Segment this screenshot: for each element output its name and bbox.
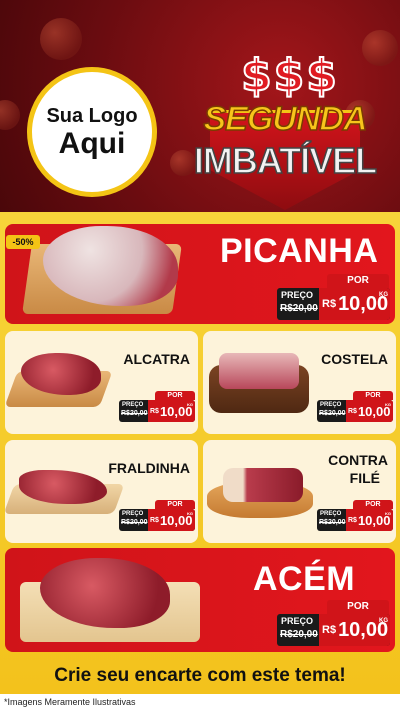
old-price: R$20,00 — [319, 519, 346, 526]
badge-title-line2: IMBATÍVEL — [193, 139, 378, 182]
unit-label: KG — [379, 292, 388, 298]
product-name-line2: FILÉ — [349, 470, 380, 486]
discount-badge: -50% — [6, 235, 40, 249]
currency: R$ — [322, 298, 337, 310]
unit-label: KG — [379, 618, 388, 624]
currency: R$ — [150, 407, 159, 415]
dollar-signs: $$$ — [240, 49, 339, 102]
product-name: FRALDINHA — [108, 460, 190, 476]
cta-banner[interactable]: Crie seu encarte com este tema! — [0, 658, 400, 694]
product-name: ALCATRA — [123, 351, 190, 367]
por-label: POR — [353, 500, 393, 509]
logo-line2: Aqui — [58, 126, 126, 160]
product-card-picanha[interactable]: PICANHA POR PREÇO R$20,00 R$ 10,00 KG — [5, 224, 395, 324]
coin-decoration — [40, 18, 82, 60]
product-card-fraldinha[interactable]: FRALDINHA POR PREÇO R$20,00 R$ 10,00 KG — [5, 440, 198, 543]
logo-line1: Sua Logo — [46, 104, 138, 127]
por-label: POR — [327, 600, 389, 614]
currency: R$ — [322, 624, 337, 636]
meat-image — [219, 353, 299, 389]
por-label: POR — [327, 274, 389, 288]
meat-image — [223, 468, 303, 502]
preco-label: PREÇO — [320, 511, 342, 517]
old-price: R$20,00 — [319, 410, 346, 417]
product-card-acem[interactable]: ACÉM POR PREÇO R$20,00 R$ 10,00 KG — [5, 548, 395, 652]
footer-disclaimer: *Imagens Meramente Ilustrativas — [0, 694, 400, 711]
header-banner: Sua Logo Aqui $$$ SEGUNDA IMBATÍVEL — [0, 0, 400, 212]
product-card-contra-file[interactable]: CONTRA FILÉ POR PREÇO R$20,00 R$ 10,00 K… — [203, 440, 396, 543]
old-price: R$20,00 — [121, 519, 148, 526]
logo-placeholder[interactable]: Sua Logo Aqui — [27, 67, 157, 197]
currency: R$ — [348, 407, 357, 415]
unit-label: KG — [385, 402, 391, 407]
por-label: POR — [155, 500, 195, 509]
unit-label: KG — [385, 511, 391, 516]
unit-label: KG — [187, 402, 193, 407]
product-name: ACÉM — [253, 560, 356, 598]
currency: R$ — [150, 516, 159, 524]
preco-label: PREÇO — [122, 511, 144, 517]
product-card-alcatra[interactable]: ALCATRA POR PREÇO R$20,00 R$ 10,00 KG — [5, 331, 198, 434]
preco-label: PREÇO — [281, 616, 314, 626]
promo-badge: $$$ SEGUNDA IMBATÍVEL — [180, 49, 390, 210]
preco-label: PREÇO — [281, 290, 314, 300]
coin-decoration — [0, 100, 20, 130]
old-price: R$20,00 — [280, 303, 318, 314]
currency: R$ — [348, 516, 357, 524]
product-name: COSTELA — [321, 351, 388, 367]
product-name-line1: CONTRA — [328, 452, 388, 468]
product-name: PICANHA — [220, 232, 379, 270]
unit-label: KG — [187, 511, 193, 516]
por-label: POR — [353, 391, 393, 400]
badge-title-line1: SEGUNDA — [203, 99, 369, 139]
preco-label: PREÇO — [122, 402, 144, 408]
old-price: R$20,00 — [280, 629, 318, 640]
old-price: R$20,00 — [121, 410, 148, 417]
por-label: POR — [155, 391, 195, 400]
product-card-costela[interactable]: COSTELA POR PREÇO R$20,00 R$ 10,00 KG — [203, 331, 396, 434]
preco-label: PREÇO — [320, 402, 342, 408]
